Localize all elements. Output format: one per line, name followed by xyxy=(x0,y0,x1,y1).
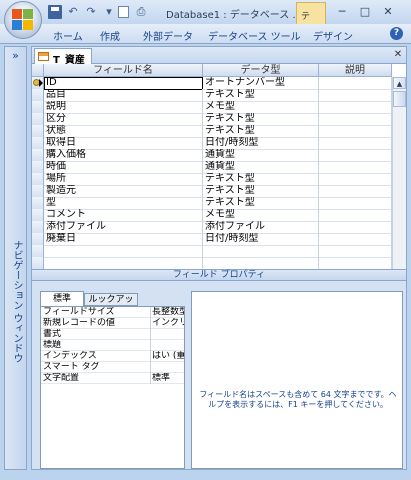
context-tab-header: テ xyxy=(296,2,326,24)
table-icon xyxy=(38,52,49,61)
office-logo-icon xyxy=(12,9,34,31)
window-title: Database1 : データベース ... xyxy=(166,10,303,21)
close-window-button[interactable]: ✕ xyxy=(378,4,398,19)
expand-nav-icon[interactable]: » xyxy=(5,49,26,63)
column-header-field-name: フィールド名 xyxy=(44,64,203,77)
property-label: インデックス xyxy=(43,351,97,361)
property-label: 標題 xyxy=(43,340,62,350)
property-row[interactable]: 文字配置 標準 xyxy=(41,373,184,384)
field-properties-pane: 標準 ルックアップ フィールドサイズ 長整数型新規レコードの値 インクリメ書式標題イ… xyxy=(32,281,406,469)
quick-access-more-icon[interactable]: ▾ xyxy=(102,5,116,19)
field-properties-header: フィールド プロパティ xyxy=(32,269,406,281)
column-header-data-type: データ型 xyxy=(203,64,319,77)
property-value[interactable] xyxy=(150,340,184,351)
scroll-up-icon[interactable]: ▲ xyxy=(393,77,406,89)
undo-icon[interactable]: ↶ xyxy=(66,5,80,19)
tab-lookup[interactable]: ルックアップ xyxy=(84,293,138,317)
scroll-thumb[interactable] xyxy=(393,91,406,107)
tab-database-tools[interactable]: データベース ツール xyxy=(208,28,301,43)
ribbon-tab-bar: ホーム 作成 外部データ データベース ツール デザイン ? xyxy=(0,24,411,44)
property-row[interactable]: 標題 xyxy=(41,340,184,351)
context-tab-label: テ xyxy=(301,12,311,22)
property-value[interactable] xyxy=(150,362,184,373)
property-label: スマート タグ xyxy=(43,362,100,372)
property-help-text: フィールド名はスペースも含めて 64 文字までです。ヘルプを表示するには、F1 … xyxy=(199,390,397,409)
property-row[interactable]: フィールドサイズ 長整数型 xyxy=(41,307,184,318)
property-value[interactable]: 長整数型 xyxy=(150,307,184,318)
navigation-pane[interactable]: » ナビゲーション ウィンドウ xyxy=(4,46,27,470)
property-label: 書式 xyxy=(43,329,62,339)
property-sheet: フィールドサイズ 長整数型新規レコードの値 インクリメ書式標題インデックス はい (重… xyxy=(40,306,185,469)
title-bar: ↶ ↷ ▾ ⎙ Database1 : データベース ... テ ─ □ ✕ xyxy=(0,0,411,24)
save-icon[interactable] xyxy=(48,5,62,19)
print-icon[interactable]: ⎙ xyxy=(134,5,148,19)
property-label: 文字配置 xyxy=(43,373,80,383)
minimize-button[interactable]: ─ xyxy=(332,4,352,19)
tab-create[interactable]: 作成 xyxy=(100,28,120,43)
maximize-button[interactable]: □ xyxy=(355,4,375,19)
current-row-icon xyxy=(39,79,43,87)
property-help-panel: フィールド名はスペースも含めて 64 文字までです。ヘルプを表示するには、F1 … xyxy=(191,291,403,469)
property-row[interactable]: 新規レコードの値 インクリメ xyxy=(41,318,184,329)
close-document-icon[interactable]: ✕ xyxy=(392,49,404,61)
property-row[interactable]: インデックス はい (重 xyxy=(41,351,184,362)
column-header-description: 説明 xyxy=(319,64,392,77)
tab-t-asset[interactable]: T_資産 xyxy=(34,48,92,66)
property-label: フィールドサイズ xyxy=(43,307,115,317)
new-document-icon[interactable] xyxy=(118,6,129,18)
property-value[interactable]: はい (重 xyxy=(150,351,184,362)
redo-icon[interactable]: ↷ xyxy=(84,5,98,19)
tab-external-data[interactable]: 外部データ xyxy=(143,28,193,43)
property-row[interactable]: 書式 xyxy=(41,329,184,340)
table-design-window: T_資産 ✕ フィールド名 データ型 説明 ID オートナンバー型 品目 テキスト型説… xyxy=(31,46,407,470)
property-label: 新規レコードの値 xyxy=(43,318,116,328)
vertical-scrollbar[interactable]: ▲ xyxy=(392,77,406,269)
tab-home[interactable]: ホーム xyxy=(53,28,83,43)
help-icon[interactable]: ? xyxy=(390,27,403,40)
property-value[interactable] xyxy=(150,329,184,340)
property-row[interactable]: スマート タグ xyxy=(41,362,184,373)
tab-design[interactable]: デザイン xyxy=(313,28,353,43)
tab-standard[interactable]: 標準 xyxy=(40,291,84,306)
document-tab-bar: T_資産 ✕ xyxy=(32,47,406,66)
office-button[interactable] xyxy=(4,1,42,39)
field-design-grid: フィールド名 データ型 説明 ID オートナンバー型 品目 テキスト型 説明 メモ型 区分テ… xyxy=(32,64,406,270)
navigation-pane-label: ナビゲーション ウィンドウ xyxy=(11,240,22,364)
property-value[interactable]: 標準 xyxy=(150,373,184,384)
selector-header xyxy=(32,64,44,77)
property-value[interactable]: インクリメ xyxy=(150,318,184,329)
